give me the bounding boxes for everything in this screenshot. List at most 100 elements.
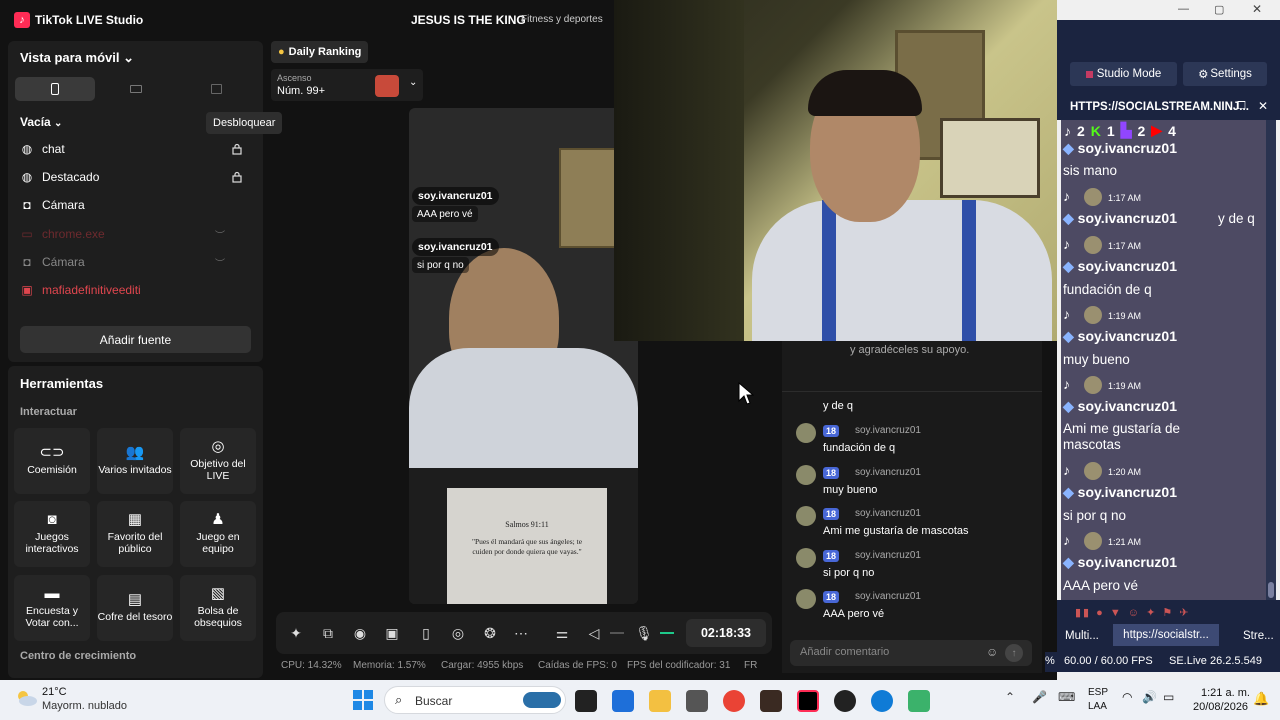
windows-start-icon[interactable] [352, 689, 374, 714]
add-source-button[interactable]: Añadir fuente [20, 326, 251, 353]
source-item-camara[interactable]: ◘ Cámara [20, 193, 255, 217]
lang-bottom[interactable]: LAA [1088, 701, 1107, 712]
close-dock-icon[interactable]: ✕ [1258, 99, 1268, 113]
magic-wand-icon[interactable]: ✦ [287, 624, 305, 642]
avatar[interactable] [796, 548, 816, 568]
tiktok-icon: ♪ [1063, 306, 1070, 322]
app-icon[interactable] [686, 690, 708, 712]
close-icon[interactable]: ✕ [1252, 2, 1262, 16]
lock-icon[interactable] [231, 143, 243, 155]
chevron-up-icon[interactable]: ⌃ [1005, 690, 1015, 704]
chat-username[interactable]: soy.ivancruz01 [855, 425, 921, 436]
microphone-icon[interactable]: 🎙 [635, 624, 653, 642]
clock-time[interactable]: 1:21 a. m. [1201, 687, 1250, 699]
battery-icon[interactable]: ▭ [1163, 690, 1174, 704]
preview-chat-text: si por q no [412, 257, 469, 273]
send-arrow-icon[interactable]: ↑ [1005, 644, 1023, 662]
capture-icon[interactable]: ▣ [383, 624, 401, 642]
tool-varios-invitados[interactable]: 👥 Varios invitados [97, 428, 173, 494]
game-app-icon[interactable] [760, 690, 782, 712]
scene-dropdown[interactable]: Vacía ⌄ [20, 115, 62, 129]
tab-multi[interactable]: Multi... [1065, 626, 1113, 646]
weather-temp[interactable]: 21°C [42, 686, 67, 698]
avatar[interactable] [796, 423, 816, 443]
sliders-icon[interactable]: ⚌ [553, 624, 571, 642]
daily-ranking-button[interactable]: ● Daily Ranking [271, 41, 369, 63]
ranking-card[interactable]: Ascenso Núm. 99+ ⌄ [271, 69, 423, 101]
view-mode-dropdown[interactable]: Vista para móvil ⌄ [20, 50, 134, 66]
stream-category[interactable]: Fitness y deportes [521, 14, 603, 25]
minimize-icon[interactable]: — [1178, 3, 1189, 15]
tool-encuesta[interactable]: ▬ Encuesta y Votar con... [14, 575, 90, 641]
tool-bolsa-obsequios[interactable]: ▧ Bolsa de obsequios [180, 575, 256, 641]
tool-favorito-publico[interactable]: ▦ Favorito del público [97, 501, 173, 567]
source-item-chrome[interactable]: ▭ chrome.exe ︶ [20, 222, 255, 246]
edge-icon[interactable] [871, 690, 893, 712]
keyboard-icon[interactable]: ⌨ [1058, 690, 1075, 704]
volume-tray-icon[interactable]: 🔊 [1142, 690, 1157, 704]
tiktok-app-icon[interactable] [797, 690, 819, 712]
tool-objetivo-live[interactable]: ◎ Objetivo del LIVE [180, 428, 256, 494]
source-item-destacado[interactable]: ◍ Destacado [20, 165, 255, 189]
tab-vertical-view[interactable] [15, 77, 95, 101]
microphone-tray-icon[interactable]: 🎤 [1032, 690, 1047, 704]
hidden-eye-icon[interactable]: ︶ [215, 227, 225, 242]
store-icon[interactable] [612, 690, 634, 712]
tool-coemision[interactable]: ⊂⊃ Coemisión [14, 428, 90, 494]
live-preview[interactable]: Salmos 91:11 "Pues él mandará que sus án… [409, 108, 638, 604]
scrollbar-thumb[interactable] [1268, 582, 1274, 598]
volume-icon[interactable]: ◁ [585, 624, 603, 642]
file-explorer-icon[interactable] [649, 690, 671, 712]
screen-share-icon[interactable]: ⧉ [319, 624, 337, 642]
camera-settings-icon[interactable]: ◉ [351, 624, 369, 642]
chat-text: muy bueno [823, 484, 878, 496]
task-view-icon[interactable] [575, 690, 597, 712]
tab-dual-view[interactable] [176, 77, 256, 101]
tab-horizontal-view[interactable] [96, 77, 176, 101]
lang-top[interactable]: ESP [1088, 687, 1108, 698]
dock-header: HTTPS://SOCIALSTREAM.NINJ... ⧠ ✕ [1057, 96, 1280, 120]
taskbar [0, 680, 1280, 720]
comment-input[interactable]: Añadir comentario ☺ ↑ [790, 640, 1032, 666]
avatar[interactable] [796, 465, 816, 485]
tool-juegos-interactivos[interactable]: ◙ Juegos interactivos [14, 501, 90, 567]
record-icon[interactable]: ◎ [449, 624, 467, 642]
dock-tabs-bar: ▮▮ ● ▼ ☺ ✦ ⚑ ✈ Multi... https://socialst… [1057, 600, 1280, 652]
chrome-icon[interactable] [723, 690, 745, 712]
studio-mode-button[interactable]: Studio Mode [1070, 62, 1177, 86]
settings-button[interactable]: ⚙ Settings [1183, 62, 1267, 86]
effects-icon[interactable]: ❂ [481, 624, 499, 642]
chat-username[interactable]: soy.ivancruz01 [855, 467, 921, 478]
weather-desc[interactable]: Mayorm. nublado [42, 700, 127, 712]
hidden-eye-icon[interactable]: ︶ [215, 255, 225, 270]
more-icon[interactable]: ⋯ [512, 624, 530, 642]
obs-app-icon[interactable] [834, 690, 856, 712]
lock-icon[interactable] [231, 171, 243, 183]
avatar[interactable] [796, 506, 816, 526]
volume-slider[interactable] [610, 632, 624, 634]
emoji-icon[interactable]: ☺ [986, 645, 998, 659]
tab-stream[interactable]: Stre... [1243, 626, 1279, 646]
chat-username[interactable]: soy.ivancruz01 [855, 591, 921, 602]
notification-bell-icon[interactable]: 🔔 [1253, 691, 1269, 707]
tool-cofre-tesoro[interactable]: ▤ Cofre del tesoro [97, 575, 173, 641]
source-item-game[interactable]: ▣ mafiadefinitiveediti [20, 278, 255, 302]
stream-title[interactable]: JESUS IS THE KING [411, 13, 526, 27]
float-dock-icon[interactable]: ⧠ [1237, 100, 1246, 113]
tool-juego-equipo[interactable]: ♟ Juego en equipo [180, 501, 256, 567]
source-item-camara-2[interactable]: ◘ Cámara ︶ [20, 250, 255, 274]
clock-date[interactable]: 20/08/2026 [1193, 701, 1248, 713]
search-input[interactable]: ⌕ Buscar [384, 686, 566, 714]
maximize-icon[interactable]: ▢ [1214, 3, 1224, 16]
tab-socialstream[interactable]: https://socialstr... [1113, 624, 1219, 646]
weather-icon[interactable] [14, 688, 38, 708]
diamond-icon: ◆ [1063, 328, 1078, 344]
phone-icon[interactable]: ▯ [417, 624, 435, 642]
social-app-icon[interactable] [908, 690, 930, 712]
chat-username[interactable]: soy.ivancruz01 [855, 508, 921, 519]
wifi-icon[interactable]: ◠ [1122, 690, 1132, 704]
scrollbar[interactable] [1266, 120, 1276, 600]
chat-username[interactable]: soy.ivancruz01 [855, 550, 921, 561]
avatar[interactable] [796, 589, 816, 609]
source-item-chat[interactable]: ◍ chat [20, 137, 255, 161]
